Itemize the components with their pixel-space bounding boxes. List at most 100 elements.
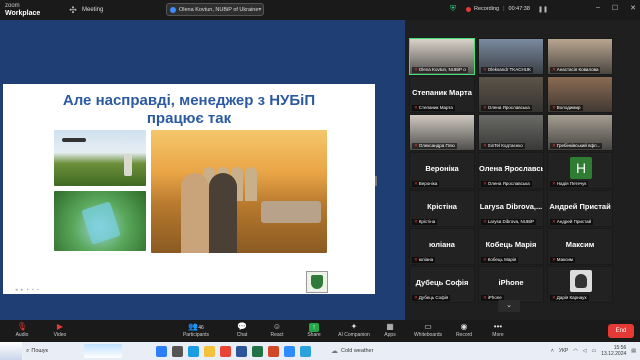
participant-name-label: ✕Олександра Плю <box>412 143 457 149</box>
wifi-icon[interactable]: ◠ <box>573 348 577 354</box>
mic-muted-icon: ✕ <box>483 257 487 262</box>
shield-icon[interactable]: ⛨ <box>450 4 456 14</box>
sparkle-icon: ✦ <box>350 322 358 331</box>
chat-button[interactable]: 💬 Chat <box>222 322 262 339</box>
minimize-icon[interactable]: – <box>596 4 600 12</box>
participant-tile[interactable]: Олена Ярославська✕Олена Ярославська <box>478 152 544 189</box>
share-button[interactable]: ↑ Share <box>294 322 334 339</box>
participant-name-label: ✕Володимир <box>550 105 583 111</box>
brand-line2: Workplace <box>5 10 41 17</box>
participants-button[interactable]: 👥46 Participants <box>176 322 216 339</box>
word-icon[interactable] <box>236 345 247 357</box>
speaker-icon[interactable]: ◁ <box>583 348 587 354</box>
task-view-icon[interactable] <box>172 345 183 357</box>
excel-icon[interactable] <box>252 345 263 357</box>
end-meeting-button[interactable]: End <box>608 324 634 338</box>
taskbar-search[interactable]: ⌕ Пошук <box>26 345 54 357</box>
participant-tile[interactable]: ✕Oleksandr TKACHUK <box>478 38 544 75</box>
participant-tile[interactable]: Кобець Марія ✕Кобець Марія <box>478 228 544 265</box>
participant-name: SinTel Кодтаєнко <box>487 143 523 148</box>
participant-tile[interactable]: ✕Olena Kovtun, NUBiP o <box>409 38 475 75</box>
react-button[interactable]: ☺ React <box>257 322 297 339</box>
windows-start-icon[interactable] <box>156 345 167 357</box>
search-icon: ⌕ <box>26 347 30 354</box>
participant-tile[interactable]: юліана ✕юліана <box>409 228 475 265</box>
mic-muted-icon: ✕ <box>414 105 418 110</box>
weather-widget[interactable]: ☁ Cold weather <box>331 347 373 355</box>
window-controls: – ☐ ✕ <box>596 4 636 12</box>
university-logo <box>306 271 328 293</box>
share-label-btn: Share <box>307 332 321 338</box>
participant-tile[interactable]: Степаник Марта ✕Степаник Марта <box>409 76 475 113</box>
participant-tile[interactable]: Максим ✕Максим <box>547 228 613 265</box>
participant-tile[interactable]: Крістіна ✕Крістіна <box>409 190 475 227</box>
powerpoint-icon[interactable] <box>268 345 279 357</box>
participant-tile[interactable]: ✕Олена Ярославська <box>478 76 544 113</box>
participant-tile[interactable]: ✕SinTel Кодтаєнко <box>478 114 544 151</box>
share-label: Olena Kovtun, NUBiP of Ukraine <box>179 6 259 13</box>
meeting-label[interactable]: Meeting <box>82 7 103 13</box>
participant-tile[interactable]: Андрей Пристай ✕Андрей Пристай <box>547 190 613 227</box>
maximize-icon[interactable]: ☐ <box>612 4 618 12</box>
clock[interactable]: 15:56 13.12.2024 <box>601 345 626 357</box>
widget-thumbnail[interactable] <box>0 342 22 360</box>
meeting-icon[interactable]: ✣ <box>68 5 78 15</box>
screen-share-indicator[interactable]: Olena Kovtun, NUBiP of Ukraine ▾ <box>166 3 264 16</box>
more-icon: ••• <box>493 322 503 331</box>
pause-icon[interactable]: ❚❚ <box>538 6 548 13</box>
recording-label: Recording <box>474 6 500 12</box>
participant-tile[interactable]: ✕Гребінківський вфп... <box>547 114 613 151</box>
gallery-scroll-down-button[interactable]: ⌄ <box>498 300 520 312</box>
mic-muted-icon: ✕ <box>552 181 556 186</box>
zoom-icon[interactable] <box>284 345 295 357</box>
apps-label: Apps <box>384 332 396 338</box>
participant-tile[interactable]: ✕Дарія Карнаух <box>547 266 613 303</box>
mic-muted-icon: ✕ <box>414 67 418 72</box>
participant-name: Олена Ярославська <box>487 105 530 110</box>
chevron-down-icon[interactable]: ▾ <box>258 6 261 13</box>
participant-display-name: Степаник Марта <box>412 88 472 97</box>
participant-display-name: Крістіна <box>427 202 457 211</box>
apps-icon: ▦ <box>386 322 394 331</box>
participant-tile[interactable]: iPhone ✕iPhone <box>478 266 544 303</box>
shared-screen: Але насправді, менеджер з НУБіП працює т… <box>0 20 405 320</box>
participant-tile[interactable]: Дубець Софія ✕Дубець Софія <box>409 266 475 303</box>
video-button[interactable]: ▶ Video <box>40 322 80 339</box>
participant-tile[interactable]: Вероніка ✕Вероніка <box>409 152 475 189</box>
participant-tile[interactable]: ✕Володимир <box>547 76 613 113</box>
language-indicator[interactable]: УКР <box>559 348 568 354</box>
slide-title-line1: Але насправді, менеджер з НУБіП <box>62 92 316 109</box>
chrome-icon[interactable] <box>220 345 231 357</box>
participant-tile[interactable]: ✕Анастасія Ковалова <box>547 38 613 75</box>
chevron-up-icon[interactable]: ˄ <box>551 348 554 354</box>
whiteboards-button[interactable]: ▭ Whiteboards <box>408 322 448 339</box>
audio-button[interactable]: 🎙 Audio <box>2 322 42 339</box>
participant-display-name: iPhone <box>498 278 524 287</box>
ai-companion-button[interactable]: ✦ AI Companion <box>334 322 374 339</box>
chat-icon: 💬 <box>237 322 247 331</box>
mic-muted-icon: ✕ <box>552 105 556 110</box>
participant-name-label: ✕Крістіна <box>412 219 438 225</box>
participant-tile[interactable]: ✕Олександра Плю <box>409 114 475 151</box>
telegram-icon[interactable] <box>300 345 311 357</box>
cloud-icon: ☁ <box>331 348 338 355</box>
apps-button[interactable]: ▦ Apps <box>370 322 410 339</box>
video-off-icon: ▶ <box>56 322 64 331</box>
mic-muted-icon: ✕ <box>414 181 418 186</box>
participant-tile[interactable]: Larysa Dibrova,... ✕Larysa Dibrova, NUBiP <box>478 190 544 227</box>
participant-tile[interactable]: H ✕Надія Петечук <box>547 152 613 189</box>
file-explorer-icon[interactable] <box>204 345 215 357</box>
participant-name-label: ✕Андрей Пристай <box>550 219 594 225</box>
avatar: H <box>570 157 592 179</box>
more-button[interactable]: ••• More <box>478 322 518 339</box>
chat-label: Chat <box>236 332 248 338</box>
splitter-handle[interactable] <box>375 176 377 186</box>
edge-browser-icon[interactable] <box>188 345 199 357</box>
slide-controls[interactable]: ◂ ▸ ▪ ▪ ▪ <box>15 287 40 293</box>
battery-icon[interactable]: ▭ <box>592 348 597 354</box>
search-highlight-image[interactable] <box>84 344 122 358</box>
whiteboard-icon: ▭ <box>424 322 432 331</box>
close-icon[interactable]: ✕ <box>630 4 636 12</box>
mic-muted-icon: ✕ <box>552 295 556 300</box>
notifications-icon[interactable]: ▤ <box>631 348 636 354</box>
